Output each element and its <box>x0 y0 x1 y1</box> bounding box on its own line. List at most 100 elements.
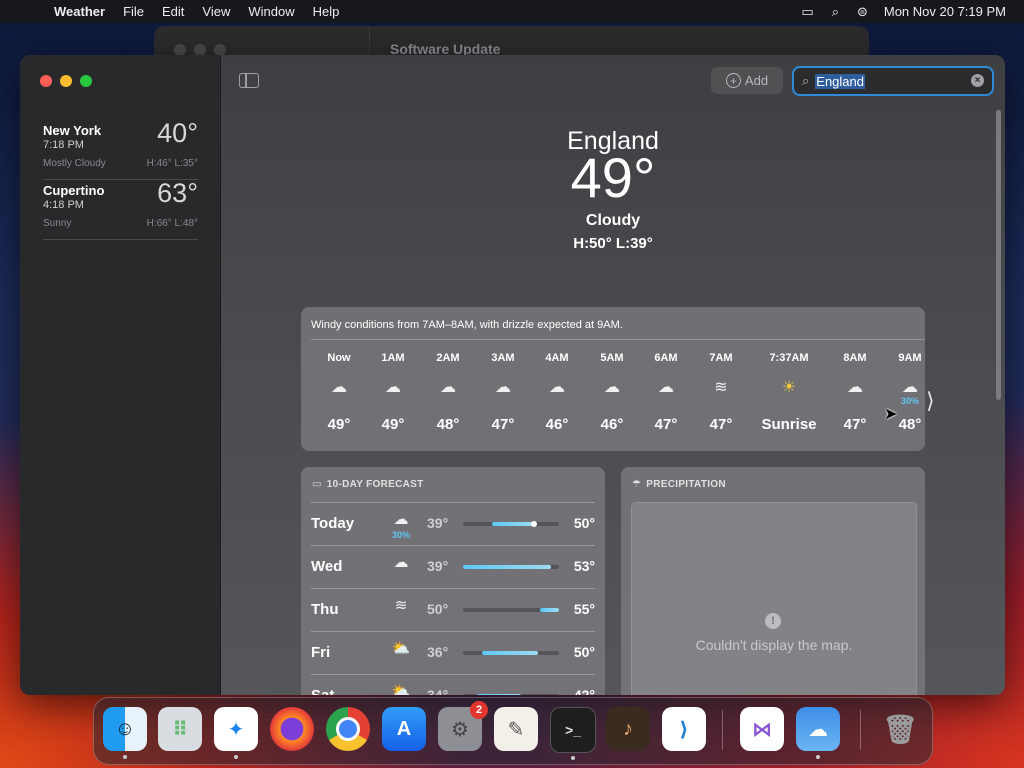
plus-icon: + <box>725 73 741 88</box>
chrome-icon[interactable] <box>326 707 370 751</box>
app-store-icon[interactable]: A <box>382 707 426 751</box>
hourly-temp: 47° <box>654 416 678 433</box>
hourly-time: 3AM <box>491 352 515 364</box>
window-menu[interactable]: Window <box>248 4 294 19</box>
zoom-button[interactable] <box>80 75 92 87</box>
forecast-row[interactable]: Wed ☁ 39° 53° <box>311 545 595 588</box>
hourly-item: 6AM ☁ 47° <box>638 352 694 433</box>
screen-mirroring-icon[interactable]: ▭ <box>801 4 813 20</box>
precipitation-map[interactable]: ! Couldn't display the map. <box>631 502 917 695</box>
app-menu[interactable]: Weather <box>54 4 105 19</box>
hourly-temp: Sunrise <box>761 416 817 433</box>
control-center-icon[interactable]: ⊜ <box>857 4 868 20</box>
precipitation-card: ☂ PRECIPITATION ! Couldn't display the ma… <box>621 467 925 695</box>
hourly-time: 6AM <box>654 352 678 364</box>
hourly-temp: 46° <box>545 416 569 433</box>
forecast-day: Today <box>311 515 355 532</box>
exclamation-icon: ! <box>765 613 781 629</box>
search-input[interactable]: England <box>815 73 865 89</box>
forecast-high: 42° <box>573 687 595 695</box>
hourly-time: 9AM <box>898 352 922 364</box>
view-menu[interactable]: View <box>202 4 230 19</box>
forecast-high: 50° <box>573 515 595 531</box>
forecast-day: Thu <box>311 601 339 618</box>
sidebar-toggle-icon[interactable] <box>239 73 259 88</box>
current-high-low: H:50° L:39° <box>573 235 653 252</box>
hourly-summary: Windy conditions from 7AM–8AM, with driz… <box>311 319 623 331</box>
hourly-time: 1AM <box>381 352 405 364</box>
search-field[interactable]: ⌕ England × <box>792 66 994 96</box>
safari-icon[interactable]: ✦ <box>214 707 258 759</box>
hourly-item: 7:37AM ☀ Sunrise <box>756 352 822 433</box>
trash-icon[interactable]: 🗑 <box>878 707 922 751</box>
file-menu[interactable]: File <box>123 4 144 19</box>
ten-day-title: ▭ 10-DAY FORECAST <box>312 479 424 490</box>
forecast-low: 36° <box>427 644 449 660</box>
garageband-icon[interactable]: ♪ <box>606 707 650 751</box>
hourly-time: 4AM <box>545 352 569 364</box>
clear-search-icon[interactable]: × <box>971 74 984 87</box>
city-high-low: H:46° L:35° <box>146 158 198 169</box>
finder-icon[interactable]: ☺ <box>103 707 147 759</box>
temperature-range-bar <box>463 565 559 569</box>
cloud-icon: ☁ <box>393 554 409 571</box>
drizzle-icon: ☁ <box>393 511 409 528</box>
forecast-row[interactable]: Today ☁ 30% 39° 50° <box>311 502 595 545</box>
current-condition: Cloudy <box>585 212 641 229</box>
vscode-icon[interactable]: ⟩ <box>662 707 706 751</box>
visual-studio-icon[interactable]: ⋈ <box>740 707 784 751</box>
wind-icon: ≋ <box>394 597 408 614</box>
ten-day-forecast-card: ▭ 10-DAY FORECAST Today ☁ 30% 39° 50° Wed ☁ 39° 5… <box>301 467 605 695</box>
hourly-time: 2AM <box>436 352 460 364</box>
help-menu[interactable]: Help <box>313 4 340 19</box>
forecast-row[interactable]: Sat ⛅ 34° 42° <box>311 674 595 695</box>
forecast-high: 50° <box>573 644 595 660</box>
launchpad-icon[interactable]: ⠿ <box>158 707 202 751</box>
hourly-time: 7AM <box>709 352 733 364</box>
close-button[interactable] <box>40 75 52 87</box>
forecast-low: 50° <box>427 601 449 617</box>
weather-window: New York 7:18 PM 40° Mostly Cloudy H:46°… <box>20 55 1005 695</box>
notification-badge: 2 <box>470 701 488 719</box>
temperature-range-bar <box>463 651 559 655</box>
cloud-icon: ☁ <box>331 379 347 396</box>
menu-bar: Weather File Edit View Window Help ▭ ⌕ ⊜… <box>0 0 1024 23</box>
cloud-icon: ☁ <box>847 379 863 396</box>
sunrise-icon: ☀ <box>781 379 797 396</box>
hourly-temp: 47° <box>709 416 733 433</box>
edit-menu[interactable]: Edit <box>162 4 184 19</box>
minimize-button[interactable] <box>60 75 72 87</box>
partly-sunny-icon: ⛅ <box>391 683 411 695</box>
sidebar-city-new-york[interactable]: New York 7:18 PM 40° Mostly Cloudy H:46°… <box>43 118 198 180</box>
forecast-row[interactable]: Fri ⛅ 36° 50° <box>311 631 595 674</box>
forecast-day: Fri <box>311 644 331 661</box>
current-temperature: 49° <box>570 146 656 209</box>
city-temp: 63° <box>157 178 198 208</box>
textedit-icon[interactable]: ✎ <box>494 707 538 751</box>
terminal-icon[interactable]: >_ <box>550 707 596 760</box>
temperature-range-bar <box>463 694 559 695</box>
map-error-message: Couldn't display the map. <box>695 637 853 653</box>
hourly-forecast-card: Windy conditions from 7AM–8AM, with driz… <box>301 307 925 451</box>
hourly-next-chevron-icon[interactable]: ⟩ <box>926 388 935 414</box>
spotlight-search-icon[interactable]: ⌕ <box>832 4 839 20</box>
forecast-low: 39° <box>427 558 449 574</box>
menu-bar-clock[interactable]: Mon Nov 20 7:19 PM <box>884 4 1006 19</box>
hourly-item: 8AM ☁ 47° <box>827 352 883 433</box>
firefox-icon[interactable] <box>270 707 314 751</box>
city-condition: Mostly Cloudy <box>43 158 106 169</box>
add-button-label: Add <box>744 73 769 88</box>
forecast-row[interactable]: Thu ≋ 50° 55° <box>311 588 595 631</box>
forecast-low: 39° <box>427 515 449 531</box>
system-settings-icon[interactable]: ⚙ 2 <box>438 701 488 751</box>
add-button[interactable]: + Add <box>711 67 783 94</box>
cloud-icon: ☁ <box>440 379 456 396</box>
scrollbar[interactable] <box>996 110 1001 400</box>
temperature-range-bar <box>463 608 559 612</box>
sidebar: New York 7:18 PM 40° Mostly Cloudy H:46°… <box>20 55 221 695</box>
forecast-day: Wed <box>311 558 343 575</box>
sidebar-city-cupertino[interactable]: Cupertino 4:18 PM 63° Sunny H:66° L:48° <box>43 178 198 240</box>
cloud-icon: ☁ <box>658 379 674 396</box>
weather-app-icon[interactable]: ☁ <box>796 707 840 759</box>
precip-chance: 30% <box>391 530 410 540</box>
